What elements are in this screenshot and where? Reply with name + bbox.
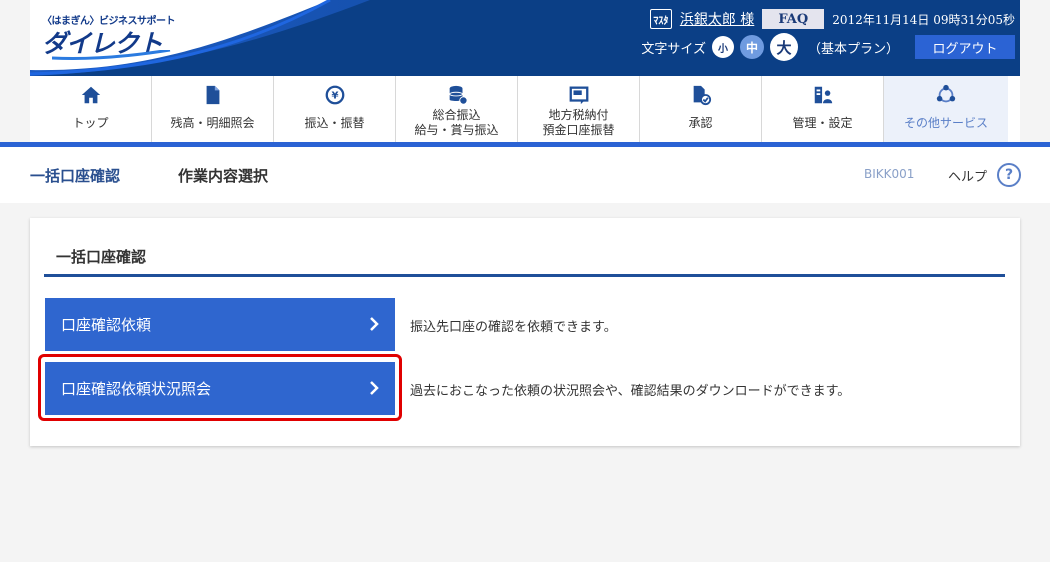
nav-label: その他サービス [903,116,988,130]
page-subtitle: 作業内容選択 [178,167,269,185]
card-title: 一括口座確認 [56,248,147,266]
help-link[interactable]: ヘルプ [948,166,987,185]
nav-item-tax-payment[interactable]: 地方税納付 預金口座振替 [518,76,640,142]
nav-label-line1: 総合振込 [432,108,481,122]
yen-transfer-icon: ¥ [325,85,344,105]
nav-label-line2: 給与・賞与振込 [414,123,499,137]
nav-item-bulk-transfer[interactable]: 総合振込 給与・賞与振込 [396,76,518,142]
nav-label: 振込・振替 [304,116,365,130]
header-bottom-row: 文字サイズ 小 中 大 （基本プラン） ログアウト [641,33,1015,61]
home-icon [81,86,100,104]
tax-icon [569,86,588,105]
nav-label: 残高・明細照会 [170,116,255,130]
font-size-medium-button[interactable]: 中 [739,35,764,59]
nav-item-transfer[interactable]: ¥ 振込・振替 [274,76,396,142]
main-nav: トップ 残高・明細照会 ¥ 振込・振替 総合振込 給与・賞与振込 地方税納付 預… [30,76,1020,142]
nav-label: 管理・設定 [792,116,853,130]
nav-item-balance[interactable]: 残高・明細照会 [152,76,274,142]
font-size-large-button[interactable]: 大 [769,33,798,61]
header: 〈はまぎん〉ビジネスサポート ダイレクト ﾏｽﾀ 浜銀太郎 様 FAQ 2012… [30,0,1020,76]
header-top-row: ﾏｽﾀ 浜銀太郎 様 FAQ 2012年11月14日 09時31分05秒 [649,8,1015,30]
page-title-bar: 一括口座確認 作業内容選択 BIKK001 ヘルプ ? [0,147,1050,203]
logo-swoosh-icon [52,50,171,60]
logout-button[interactable]: ログアウト [915,35,1015,59]
database-icon [448,85,468,105]
user-name-link[interactable]: 浜銀太郎 様 [680,9,754,29]
nav-item-other-services[interactable]: その他サービス [884,76,1008,142]
login-datetime: 2012年11月14日 09時31分05秒 [832,12,1015,27]
account-check-request-button[interactable]: 口座確認依頼 [45,298,395,351]
approval-icon [693,85,711,106]
card-title-rule [44,274,1005,277]
nav-item-approval[interactable]: 承認 [640,76,762,142]
button-label: 口座確認依頼 [61,316,152,334]
admin-icon [814,86,832,104]
svg-text:¥: ¥ [331,91,338,102]
screen-code: BIKK001 [864,167,915,181]
nav-label-line2: 預金口座振替 [542,123,615,137]
logo[interactable]: 〈はまぎん〉ビジネスサポート ダイレクト [42,12,176,62]
font-size-small-button[interactable]: 小 [711,36,734,58]
nav-item-top[interactable]: トップ [30,76,152,142]
user-role-icon: ﾏｽﾀ [649,9,672,29]
font-size-label: 文字サイズ [641,41,706,57]
content-card: 一括口座確認 口座確認依頼 振込先口座の確認を依頼できます。 口座確認依頼状況照… [30,218,1020,446]
account-check-status-description: 過去におこなった依頼の状況照会や、確認結果のダウンロードができます。 [410,384,851,399]
help-icon[interactable]: ? [997,163,1021,187]
plan-label: （基本プラン） [807,41,899,57]
account-check-request-description: 振込先口座の確認を依頼できます。 [410,320,617,335]
highlight-outline [38,354,402,421]
page-title: 一括口座確認 [30,167,121,185]
other-services-icon [936,84,956,103]
nav-label: 承認 [688,116,713,130]
document-icon [206,85,219,105]
nav-label: トップ [72,116,109,130]
nav-label-line1: 地方税納付 [548,108,609,122]
faq-button[interactable]: FAQ [762,9,825,29]
chevron-right-icon [370,317,379,331]
nav-item-admin[interactable]: 管理・設定 [762,76,884,142]
